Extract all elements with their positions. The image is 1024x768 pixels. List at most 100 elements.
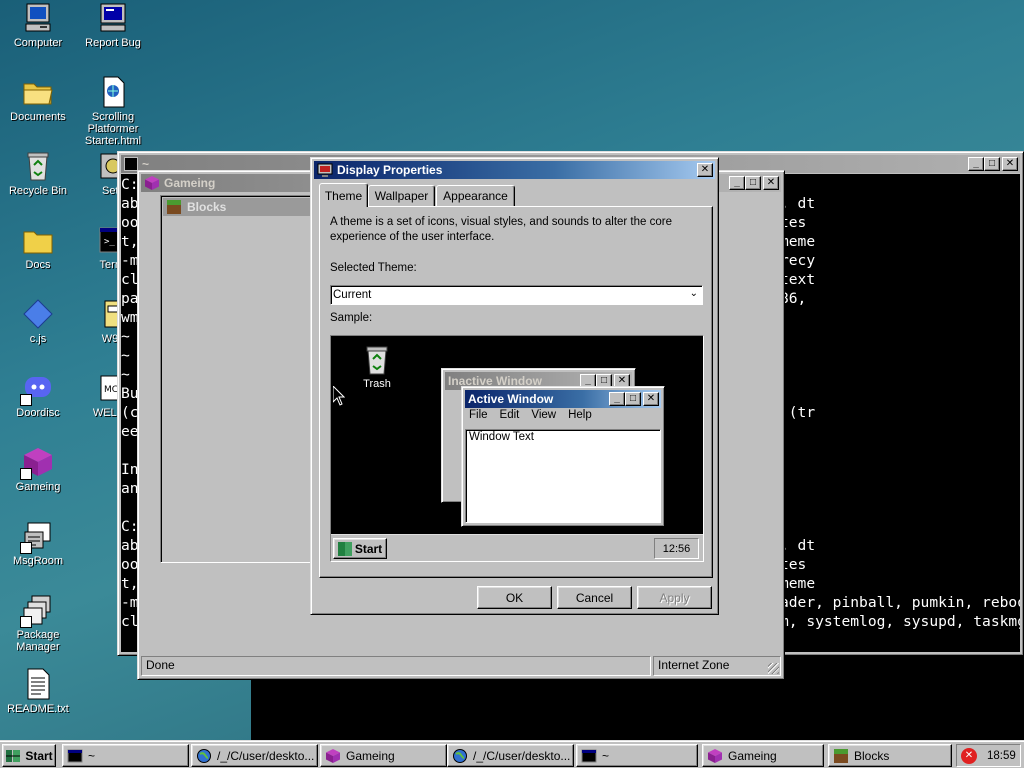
computer-icon: [22, 2, 54, 34]
theme-sample-preview: Trash Inactive Window _ □ ✕ Active Windo…: [330, 335, 704, 562]
theme-tab-panel: A theme is a set of icons, visual styles…: [319, 206, 713, 578]
minimize-button: _: [609, 392, 625, 406]
report-bug-icon: [97, 2, 129, 34]
maximize-button[interactable]: □: [984, 157, 1000, 171]
taskbar: Start ~ /_/C/user/deskto... Gameing /_/C…: [0, 740, 1024, 768]
menu-file: File: [469, 409, 488, 421]
recycle-bin-icon: [361, 344, 393, 376]
terminal-icon: [67, 748, 83, 764]
doordisc-icon: [20, 372, 54, 406]
dialog-titlebar[interactable]: Display Properties ✕: [314, 161, 715, 179]
clock[interactable]: 18:59: [987, 750, 1016, 762]
desktop-icon-report-bug[interactable]: Report Bug: [75, 2, 151, 49]
system-tray: ✕ 18:59: [956, 744, 1021, 767]
desktop-icon-readme[interactable]: README.txt: [0, 668, 76, 715]
menu-view: View: [531, 409, 557, 421]
status-bar: Done Internet Zone: [141, 656, 781, 676]
selected-theme-label: Selected Theme:: [330, 262, 417, 274]
chevron-down-icon[interactable]: ⌄: [690, 288, 698, 299]
taskbar-item-terminal-2[interactable]: ~: [576, 744, 698, 767]
grass-block-icon: [833, 748, 849, 764]
resize-grip-icon[interactable]: [768, 663, 779, 674]
sample-label: Sample:: [330, 312, 373, 324]
sample-active-window: Active Window _ □ ✕ File Edit View Help …: [461, 386, 665, 527]
taskbar-item-gameing-2[interactable]: Gameing: [702, 744, 824, 767]
recycle-bin-icon: [22, 150, 54, 182]
apply-button[interactable]: Apply: [637, 586, 712, 609]
taskbar-item-blocks[interactable]: Blocks: [828, 744, 952, 767]
sample-window-text: Window Text: [465, 429, 661, 523]
gameing-cube-icon: [144, 175, 160, 191]
mouse-cursor-icon: [332, 384, 346, 409]
sample-clock: 12:56: [654, 538, 699, 559]
minimize-button[interactable]: _: [968, 157, 984, 171]
tab-appearance[interactable]: Appearance: [436, 185, 515, 207]
gameing-cube-icon: [20, 446, 54, 480]
dialog-title: Display Properties: [337, 163, 443, 177]
gameing-cube-icon: [707, 748, 723, 764]
desktop-icon-docs[interactable]: Docs: [0, 224, 76, 271]
terminal-title: ~: [142, 157, 150, 171]
explorer-title: Gameing: [164, 176, 216, 190]
grass-block-icon: [166, 199, 182, 215]
msgroom-icon: [20, 520, 54, 554]
svg-text:MC: MC: [104, 385, 118, 395]
desktop-icon-computer[interactable]: Computer: [0, 2, 76, 49]
status-text: Done: [141, 656, 651, 676]
sample-trash: Trash: [353, 344, 401, 390]
gameing-cube-icon: [325, 748, 341, 764]
sample-start-button: Start: [333, 538, 387, 559]
close-button[interactable]: ✕: [763, 176, 779, 190]
desktop-icon-cjs[interactable]: c.js: [0, 298, 76, 345]
desktop-icon-scrolling-platformer[interactable]: Scrolling Platformer Starter.html: [75, 76, 151, 147]
globe-icon: [452, 748, 468, 764]
theme-select[interactable]: Current ⌄: [330, 285, 703, 305]
globe-icon: [196, 748, 212, 764]
ok-button[interactable]: OK: [477, 586, 552, 609]
tab-theme[interactable]: Theme: [319, 183, 368, 207]
close-button[interactable]: ✕: [1002, 157, 1018, 171]
terminal-icon: [581, 748, 597, 764]
error-icon[interactable]: ✕: [961, 747, 977, 764]
sample-active-titlebar: Active Window _ □ ✕: [465, 390, 661, 408]
taskbar-item-explorer-1[interactable]: /_/C/user/deskto...: [191, 744, 318, 767]
folder-icon: [22, 224, 54, 256]
desktop-icon-documents[interactable]: Documents: [0, 76, 76, 123]
start-logo-icon: [337, 541, 352, 556]
desktop-icon-msgroom[interactable]: MsgRoom: [0, 520, 76, 567]
tab-wallpaper[interactable]: Wallpaper: [368, 185, 435, 207]
desktop-icon-doordisc[interactable]: Doordisc: [0, 372, 76, 419]
svg-text:>_: >_: [104, 237, 115, 247]
desktop-icon-package-manager[interactable]: Package Manager: [0, 594, 76, 653]
tab-strip: Theme Wallpaper Appearance: [319, 183, 711, 207]
desktop-icon-gameing[interactable]: Gameing: [0, 446, 76, 493]
desktop-icon-recycle-bin[interactable]: Recycle Bin: [0, 150, 76, 197]
maximize-button: □: [625, 392, 641, 406]
text-file-icon: [22, 668, 54, 700]
package-manager-icon: [20, 594, 54, 628]
terminal-icon: [124, 157, 138, 171]
display-properties-dialog[interactable]: Display Properties ✕ Theme Wallpaper App…: [310, 157, 719, 615]
taskbar-item-gameing-1[interactable]: Gameing: [320, 744, 447, 767]
sample-menubar: File Edit View Help: [465, 409, 592, 421]
menu-edit: Edit: [499, 409, 520, 421]
status-zone: Internet Zone: [653, 656, 781, 676]
close-button: ✕: [643, 392, 659, 406]
js-file-icon: [22, 298, 54, 330]
html-file-icon: [97, 76, 129, 108]
cancel-button[interactable]: Cancel: [557, 586, 632, 609]
close-button[interactable]: ✕: [697, 163, 713, 177]
menu-help: Help: [568, 409, 592, 421]
sample-taskbar: Start 12:56: [331, 534, 703, 561]
explorer-list[interactable]: Blocks: [160, 195, 320, 563]
maximize-button[interactable]: □: [745, 176, 761, 190]
minimize-button[interactable]: _: [729, 176, 745, 190]
list-item[interactable]: Blocks: [163, 198, 317, 216]
display-properties-icon: [317, 162, 333, 178]
folder-open-icon: [22, 76, 54, 108]
taskbar-item-explorer-2[interactable]: /_/C/user/deskto...: [447, 744, 574, 767]
taskbar-item-terminal[interactable]: ~: [62, 744, 189, 767]
start-button[interactable]: Start: [2, 744, 56, 767]
start-logo-icon: [5, 748, 21, 764]
theme-description: A theme is a set of icons, visual styles…: [330, 216, 672, 243]
